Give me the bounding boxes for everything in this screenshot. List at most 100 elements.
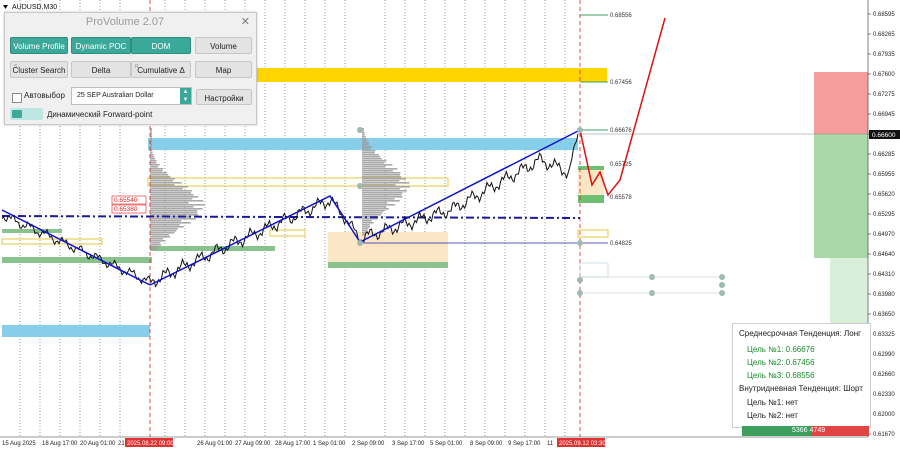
volume-profile-bar [362,172,401,174]
volume-profile-bar [150,206,194,208]
volume-profile-bar [362,186,410,188]
volume-profile-bar [150,204,205,206]
right-green-zone [814,134,868,258]
volume-profile-bar [362,182,410,184]
dynamic-poc-button[interactable]: P Dynamic POC [71,37,131,54]
price-tick-label: 0.65620 [873,192,895,198]
volume-profile-bar [362,208,389,210]
button-shortcut-tag: R [135,64,139,70]
volume-profile-bar [150,152,153,154]
volume-values: 5366 4749 [792,426,825,436]
intraday-trend-title: Внутридневная Тенденция: Шорт [739,384,863,393]
price-tag-b: 0.65380 [114,206,138,213]
volume-profile-bar [150,172,168,174]
price-tick-label: 0.64970 [873,232,895,238]
provolume-panel: ProVolume 2.07 ✕ V Volume Profile P Dyna… [4,12,257,125]
price-tick-label: 0.65295 [873,212,895,218]
volume-profile-bar [362,192,403,194]
settings-button[interactable]: Настройки [196,89,252,105]
green-zone-b [2,257,152,263]
volume-profile-bar [362,188,401,190]
price-tick-label: 0.62330 [873,392,895,398]
time-tick-label: 18 Aug 17:00 [42,441,78,447]
volume-profile-bar [362,220,372,222]
price-tick-label: 0.68595 [873,12,895,18]
volume-profile-bar [362,184,396,186]
small-box-right [579,262,609,278]
volume-profile-bar [362,148,371,150]
map-button[interactable]: Map [195,61,252,78]
time-tick-label: 27 Aug 09:00 [235,441,271,447]
forward-point-toggle[interactable] [10,108,43,120]
price-tick-label: 0.65955 [873,172,895,178]
yellow-box-right [577,229,609,238]
asset-select[interactable]: 25 SEP Australian Dollar ▲ ▼ [71,87,192,105]
volume-profile-bar [150,176,171,178]
button-shortcut-tag: S [14,64,18,70]
volume-button[interactable]: Volume [195,37,252,54]
volume-profile-bar [150,198,193,200]
blue-zone-lower-left [2,325,150,337]
volume-profile-bar [150,202,189,204]
time-tick-label: 21 [118,441,125,447]
volume-profile-bar [362,160,387,162]
price-axis-bg [868,0,900,451]
volume-profile-bar [150,160,157,162]
time-axis-labels: 15 Aug 2025 18 Aug 17:00 20 Aug 01:00 21 26 … [2,441,554,447]
level-mid-label: 0.65725 [610,162,632,168]
volume-profile-bar [150,170,163,172]
volume-profile-bar [150,228,178,230]
symbol-label: AUDUSD,M30 [12,4,57,11]
volume-profile-bar [150,200,204,202]
medium-target-1: Цель №1: 0.66676 [747,345,815,354]
volume-profile-button[interactable]: V Volume Profile [10,37,68,54]
price-tick-label: 0.67935 [873,52,895,58]
volume-profile-bar [362,174,401,176]
volume-profile-bar [362,150,376,152]
delta-button[interactable]: Delta [71,61,131,78]
volume-profile-bar [362,194,402,196]
cluster-search-button[interactable]: S Cluster Search [10,61,68,78]
volume-profile-bar [150,184,175,186]
volume-profile-bar [150,190,192,192]
volume-profile-bar [150,164,160,166]
time-tick-label: 8 Sep 09:00 [470,441,503,447]
target-label: Цель №1: [747,398,784,407]
volume-profile-bar [362,200,400,202]
volume-profile-bar [362,204,395,206]
volume-profile-bar [150,162,157,164]
buy-sell-volume-strip: 5366 4749 [742,426,869,436]
time-highlight-2: 2025.09.12 03:30 [559,441,606,447]
price-tick-label: 0.66945 [873,112,895,118]
time-tick-label: 3 Sep 17:00 [392,441,425,447]
volume-profile-bar [362,156,381,158]
price-tick-label: 0.64640 [873,252,895,258]
time-tick-label: 20 Aug 01:00 [80,441,116,447]
price-tick-label: 0.63980 [873,292,895,298]
volume-profile-bar [150,236,171,238]
volume-profile-bar [362,136,366,138]
updown-arrow-icon[interactable]: ▲ ▼ [180,88,191,104]
volume-profile-bar [362,178,406,180]
time-tick-label: 2 Sep 09:00 [352,441,385,447]
cumulative-delta-button[interactable]: R Cumulative Δ [131,61,191,78]
yellow-box-left [1,238,103,245]
auto-select-checkbox[interactable] [12,93,22,103]
medium-target-3: Цель №3: 0.68556 [747,371,815,380]
marker-points [357,127,725,296]
volume-profile-bar [362,202,388,204]
time-tick-label: 28 Aug 17:00 [275,441,311,447]
close-icon[interactable]: ✕ [241,15,250,28]
yellow-zone-top [255,68,607,82]
asset-select-value: 25 SEP Australian Dollar [77,92,154,99]
volume-profile-bar [150,144,152,146]
volume-profile-bar [362,144,369,146]
trend-summary-box: Среднесрочная Тенденция: Лонг Цель №1: 0… [732,323,871,428]
volume-profile-bar [362,226,371,228]
dom-button[interactable]: D DOM [131,37,191,54]
volume-profile-bar [362,214,382,216]
green-zone-f [578,166,604,170]
button-label: DOM [151,42,171,51]
volume-profile-bar [362,168,398,170]
target1-label: 0.66676 [610,128,632,134]
